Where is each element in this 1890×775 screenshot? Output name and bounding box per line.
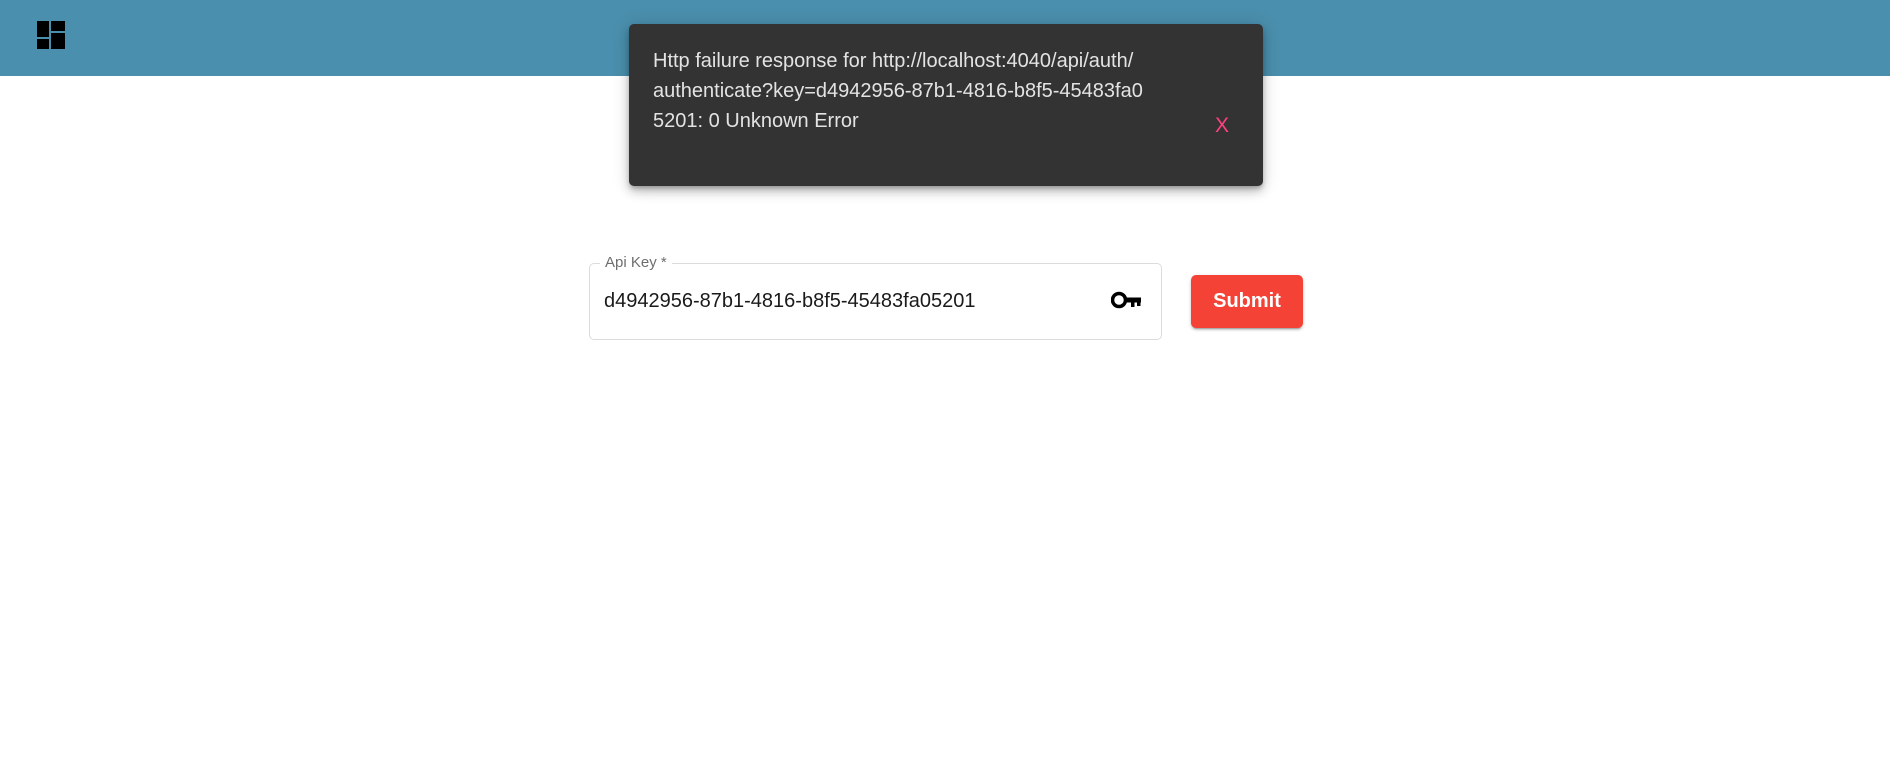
api-key-label: Api Key *: [600, 254, 672, 272]
dashboard-icon[interactable]: [37, 21, 65, 49]
api-key-form-field[interactable]: Api Key *: [589, 254, 1162, 340]
error-snackbar: Http failure response for http://localho…: [629, 24, 1263, 186]
submit-button[interactable]: Submit: [1191, 275, 1303, 328]
snackbar-close-button[interactable]: X: [1211, 112, 1233, 140]
snackbar-message: Http failure response for http://localho…: [653, 50, 1143, 132]
api-key-input[interactable]: [604, 286, 1084, 316]
key-icon: [1111, 291, 1141, 309]
